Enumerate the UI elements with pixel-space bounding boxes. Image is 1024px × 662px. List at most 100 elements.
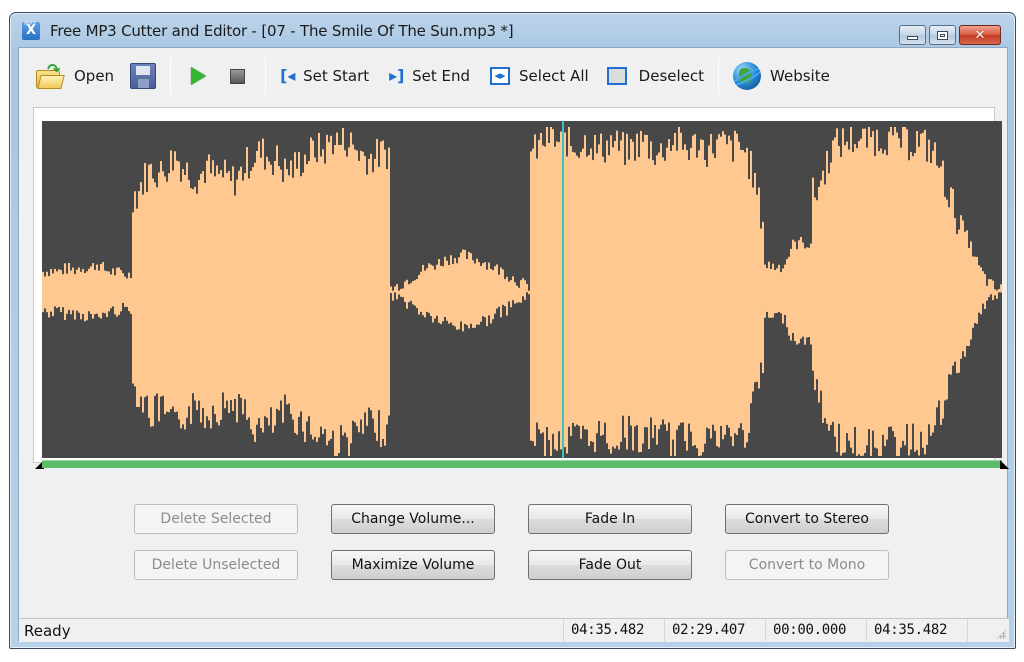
waveform-bar [882, 153, 884, 435]
waveform-bar [776, 268, 778, 313]
minimize-button[interactable] [899, 25, 926, 45]
open-button[interactable]: ↷ Open [29, 59, 120, 93]
convert-to-stereo-button[interactable]: Convert to Stereo [725, 504, 889, 534]
delete-selected-button[interactable]: Delete Selected [134, 504, 298, 534]
waveform-bar [450, 255, 452, 323]
waveform-bar [932, 150, 934, 433]
waveform-bar [244, 173, 246, 400]
waveform-bar [338, 144, 340, 454]
waveform-bar [794, 241, 796, 341]
waveform-bar [592, 160, 594, 442]
waveform-bar [712, 153, 714, 425]
waveform-bar [436, 264, 438, 316]
fade-in-button[interactable]: Fade In [528, 504, 692, 534]
waveform-bar [966, 230, 968, 346]
waveform-bar [606, 140, 608, 444]
delete-unselected-button[interactable]: Delete Unselected [134, 550, 298, 580]
waveform-bar [802, 242, 804, 337]
change-volume-button[interactable]: Change Volume... [331, 504, 495, 534]
waveform-bar [534, 134, 536, 446]
waveform-bar [204, 183, 206, 429]
waveform-bar [958, 229, 960, 373]
website-button[interactable]: Website [727, 59, 836, 93]
waveform-bar [362, 151, 364, 434]
maximize-button[interactable] [929, 25, 956, 45]
waveform-bar [694, 134, 696, 446]
waveform-bar [278, 166, 280, 411]
waveform-bar [680, 132, 682, 423]
waveform-bar [660, 143, 662, 425]
waveform-bar [654, 164, 656, 426]
waveform-bar [176, 160, 178, 412]
waveform-bar [710, 134, 712, 439]
waveform-bar [870, 137, 872, 456]
waveform-bar [372, 172, 374, 419]
title-bar[interactable]: MP3 X Free MP3 Cutter and Editor - [07 -… [10, 13, 1015, 47]
waveform-bar [378, 166, 380, 411]
save-button[interactable] [124, 59, 162, 93]
waveform-bar [844, 145, 846, 453]
waveform-bar [358, 160, 360, 433]
waveform-bar [548, 143, 550, 440]
waveform-bar [92, 263, 94, 319]
waveform-bar [516, 285, 518, 303]
waveform-bar [430, 264, 432, 316]
waveform-bar [284, 158, 286, 395]
waveform-bar [688, 160, 690, 424]
playback-cursor[interactable] [562, 121, 564, 458]
waveform-bar [66, 273, 68, 314]
waveform-bar [154, 182, 156, 396]
waveform-bar [216, 165, 218, 423]
waveform-bar [726, 144, 728, 425]
fade-out-button[interactable]: Fade Out [528, 550, 692, 580]
waveform-bar [460, 252, 462, 322]
waveform-bar [752, 187, 754, 392]
set-end-button[interactable]: ▸] Set End [383, 59, 476, 93]
waveform-bar [950, 187, 952, 375]
waveform-graph[interactable] [42, 121, 1002, 458]
waveform-bar [112, 268, 114, 307]
waveform-bar [990, 279, 992, 295]
waveform-bar [498, 274, 500, 307]
waveform-bar [846, 141, 848, 434]
play-button[interactable] [179, 59, 218, 93]
stop-button[interactable] [218, 59, 257, 93]
waveform-bar [906, 129, 908, 425]
waveform-bar [94, 270, 96, 315]
waveform-bar [134, 191, 136, 387]
waveform-bar [70, 270, 72, 315]
waveform-bar [960, 215, 962, 359]
waveform-bar [60, 270, 62, 313]
position-bar[interactable] [42, 460, 1002, 468]
close-button[interactable]: ✕ [959, 25, 1001, 45]
waveform-bar [622, 132, 624, 416]
app-icon[interactable]: MP3 X [22, 21, 40, 40]
waveform-bar [532, 148, 534, 442]
waveform-bar [614, 141, 616, 449]
waveform-bar [702, 140, 704, 453]
deselect-button[interactable]: Deselect [601, 59, 710, 93]
waveform-bar [994, 289, 996, 296]
set-end-icon: ▸] [389, 66, 405, 85]
waveform-bar [86, 271, 88, 321]
waveform-bar [944, 196, 946, 401]
waveform-bar [280, 169, 282, 401]
waveform-bar [692, 135, 694, 446]
waveform-bar [908, 160, 910, 456]
waveform-bar [630, 139, 632, 426]
waveform-bar [708, 145, 710, 429]
waveform-bar [530, 151, 532, 441]
waveform-bar [118, 267, 120, 315]
waveform-bar [114, 275, 116, 315]
convert-to-mono-button[interactable]: Convert to Mono [725, 550, 889, 580]
maximize-volume-button[interactable]: Maximize Volume [331, 550, 495, 580]
select-all-button[interactable]: ◂▸ Select All [484, 59, 595, 93]
window-title: Free MP3 Cutter and Editor - [07 - The S… [50, 22, 514, 40]
set-start-button[interactable]: [◂ Set Start [274, 59, 375, 93]
waveform-bar [194, 186, 196, 401]
waveform-display[interactable] [42, 121, 1002, 458]
waveform-bar [298, 151, 300, 417]
waveform-bar [916, 131, 918, 450]
waveform-bar [68, 263, 70, 310]
selection-end-marker[interactable] [1000, 460, 1009, 469]
